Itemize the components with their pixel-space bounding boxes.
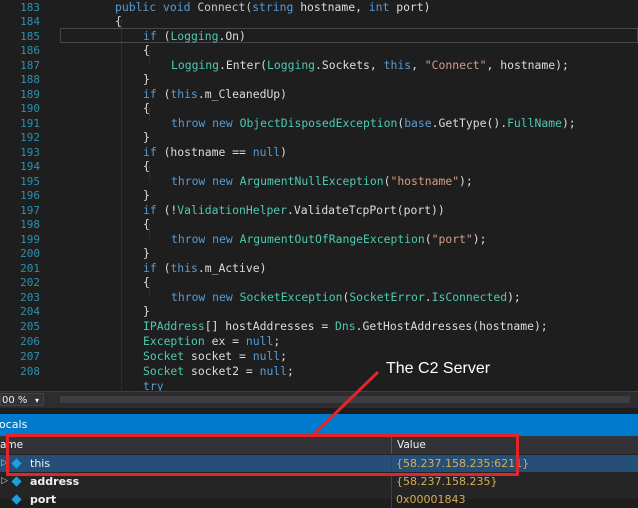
annotation-label: The C2 Server <box>386 360 491 377</box>
annotation-arrow <box>310 370 380 438</box>
annotation-arrow-line <box>310 370 380 438</box>
